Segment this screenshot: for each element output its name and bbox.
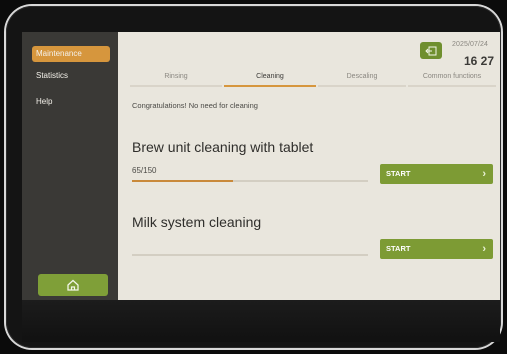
tab-rinsing[interactable]: Rinsing (130, 73, 222, 87)
date-display: 2025/07/24 (452, 41, 489, 48)
chevron-right-icon: › (482, 168, 486, 180)
tab-descaling[interactable]: Descaling (318, 73, 406, 87)
tab-label: Descaling (346, 73, 378, 80)
sidebar-item-label: Statistics (36, 71, 69, 80)
tab-underline (224, 85, 316, 87)
milk-system-progress-track (132, 254, 368, 256)
main-panel: 2025/07/24 16 27 Rinsing Cleaning Descal… (118, 32, 500, 300)
brew-unit-count: 65/150 (132, 166, 157, 175)
sidebar-item-label: Maintenance (36, 49, 82, 58)
chevron-right-icon: › (482, 243, 486, 255)
tab-cleaning[interactable]: Cleaning (224, 73, 316, 87)
brew-unit-start-button[interactable]: START › (380, 164, 493, 184)
brew-unit-title: Brew unit cleaning with tablet (132, 139, 314, 155)
tab-label: Cleaning (256, 73, 284, 80)
sidebar-item-help[interactable]: Help (32, 94, 110, 110)
home-icon (67, 279, 79, 291)
tab-label: Rinsing (164, 73, 188, 80)
status-message: Congratulations! No need for cleaning (132, 101, 258, 110)
screen-bottom-bezel (22, 300, 500, 342)
touch-screen: Maintenance Statistics Help 2025/07/24 1… (22, 32, 500, 300)
sidebar-item-statistics[interactable]: Statistics (32, 68, 110, 84)
home-button[interactable] (38, 274, 108, 296)
tab-bar: Rinsing Cleaning Descaling Common functi… (130, 73, 496, 87)
brew-unit-progress-track (132, 180, 368, 182)
milk-system-start-button[interactable]: START › (380, 239, 493, 259)
start-button-label: START (386, 169, 411, 178)
sidebar-item-label: Help (36, 97, 53, 106)
exit-icon (425, 46, 437, 55)
time-display: 16 27 (464, 54, 495, 68)
tab-underline (130, 85, 222, 87)
back-button[interactable] (420, 42, 442, 59)
tab-underline (408, 85, 496, 87)
sidebar-item-maintenance[interactable]: Maintenance (32, 46, 110, 62)
tab-common-functions[interactable]: Common functions (408, 73, 496, 87)
tab-label: Common functions (422, 73, 482, 80)
tab-underline (318, 85, 406, 87)
milk-system-title: Milk system cleaning (132, 214, 262, 230)
start-button-label: START (386, 244, 411, 253)
sidebar: Maintenance Statistics Help (22, 32, 118, 300)
brew-unit-progress-fill (132, 180, 234, 182)
